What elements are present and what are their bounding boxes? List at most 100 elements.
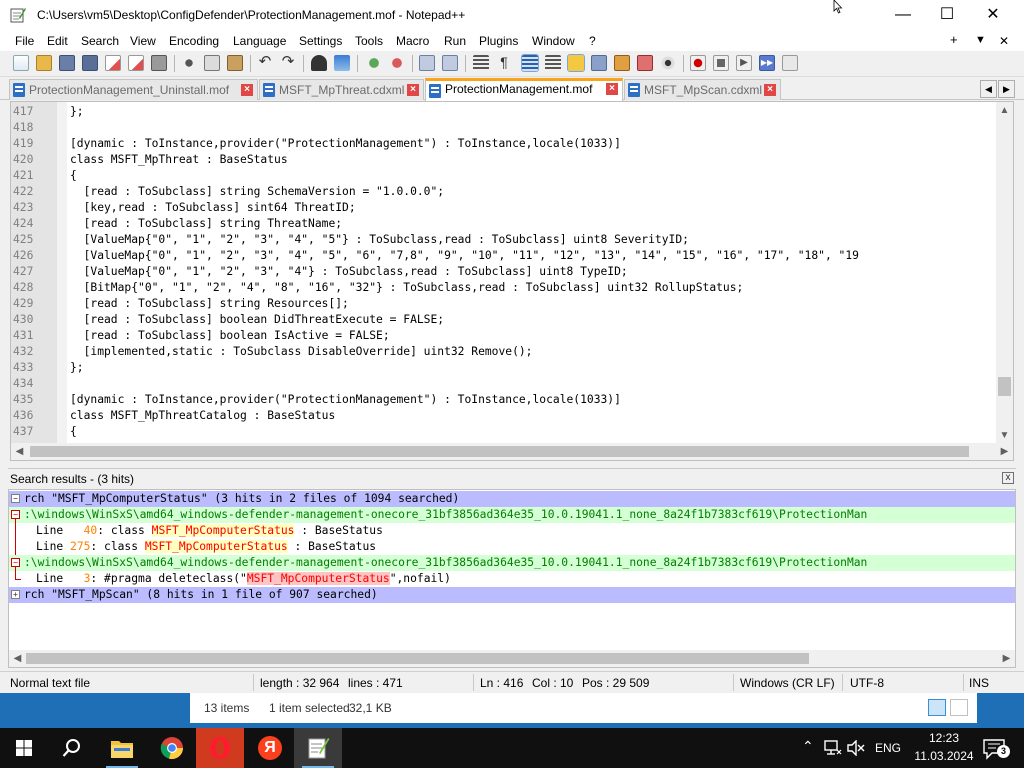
- scroll-up-icon[interactable]: ▲: [996, 102, 1013, 119]
- code-line[interactable]: 425 [ValueMap{"0", "1", "2", "3", "4", "…: [11, 232, 996, 248]
- start-button[interactable]: [0, 728, 48, 768]
- code-line[interactable]: 433};: [11, 360, 996, 376]
- scroll-thumb[interactable]: [26, 653, 809, 664]
- code-line[interactable]: 423 [key,read : ToSubclass] sint64 Threa…: [11, 200, 996, 216]
- indent-guide-icon[interactable]: [521, 54, 539, 72]
- stop-macro-icon[interactable]: [713, 55, 729, 71]
- copy-icon[interactable]: [204, 55, 220, 71]
- tab-protectionmanagement-uninstall[interactable]: ProtectionManagement_Uninstall.mof ×: [9, 79, 258, 100]
- menu-macro[interactable]: Macro: [396, 34, 429, 48]
- collapse-icon[interactable]: −: [11, 494, 20, 503]
- search-hit-row[interactable]: Line 275: class MSFT_MpComputerStatus : …: [9, 539, 1015, 555]
- paste-icon[interactable]: [227, 55, 243, 71]
- taskbar-notepad-plus-plus[interactable]: [294, 728, 342, 768]
- search-hit-row[interactable]: Line 3: #pragma deleteclass("MSFT_MpComp…: [9, 571, 1015, 587]
- horizontal-scrollbar[interactable]: ◀ ▶: [11, 443, 1013, 460]
- taskbar-opera[interactable]: [196, 728, 244, 768]
- tab-protectionmanagement[interactable]: ProtectionManagement.mof ×: [425, 78, 623, 101]
- line-code[interactable]: [implemented,static : ToSubclass Disable…: [70, 344, 533, 360]
- close-search-results-icon[interactable]: x: [1002, 472, 1014, 484]
- close-document-icon[interactable]: ✕: [999, 34, 1009, 48]
- line-code[interactable]: [read : ToSubclass] string ThreatName;: [70, 216, 342, 232]
- line-code[interactable]: {: [70, 424, 77, 440]
- scroll-left-icon[interactable]: ◀: [9, 650, 26, 667]
- line-code[interactable]: [dynamic : ToInstance,provider("Protecti…: [70, 392, 621, 408]
- tab-close-icon[interactable]: ×: [407, 84, 419, 96]
- line-code[interactable]: [read : ToSubclass] boolean IsActive = F…: [70, 328, 390, 344]
- line-code[interactable]: [read : ToSubclass] string Resources[];: [70, 296, 349, 312]
- new-tab-plus-icon[interactable]: +: [950, 32, 958, 47]
- line-code[interactable]: [dynamic : ToInstance,provider("Protecti…: [70, 136, 621, 152]
- code-line[interactable]: 420 class MSFT_MpThreat : BaseStatus: [11, 152, 996, 168]
- line-code[interactable]: };: [70, 360, 84, 376]
- code-line[interactable]: 435 [dynamic : ToInstance,provider("Prote…: [11, 392, 996, 408]
- save-all-icon[interactable]: [82, 55, 98, 71]
- save-icon[interactable]: [59, 55, 75, 71]
- tab-msft-mpthreat[interactable]: MSFT_MpThreat.cdxml ×: [259, 79, 424, 100]
- close-button[interactable]: ✕: [970, 0, 1016, 32]
- clock-date[interactable]: 11.03.2024: [908, 749, 980, 763]
- status-insert-mode[interactable]: INS: [969, 676, 989, 690]
- menu-tools[interactable]: Tools: [355, 34, 383, 48]
- line-code[interactable]: [BitMap{"0", "1", "2", "4", "8", "16", "…: [70, 280, 744, 296]
- code-line[interactable]: 417};: [11, 104, 996, 120]
- run-macro-multiple-icon[interactable]: ▶▶: [759, 55, 775, 71]
- large-icons-view-icon[interactable]: [950, 699, 968, 716]
- undo-icon[interactable]: ↶: [257, 54, 273, 71]
- tab-msft-mpscan[interactable]: MSFT_MpScan.cdxml ×: [624, 79, 781, 100]
- menu-search[interactable]: Search: [81, 34, 119, 48]
- menu-settings[interactable]: Settings: [299, 34, 342, 48]
- search-query-row[interactable]: + rch "MSFT_MpScan" (8 hits in 1 file of …: [9, 587, 1015, 603]
- code-line[interactable]: 421 {: [11, 168, 996, 184]
- line-code[interactable]: [ValueMap{"0", "1", "2", "3", "4", "5", …: [70, 248, 859, 264]
- line-code[interactable]: [ValueMap{"0", "1", "2", "3", "4"} : ToS…: [70, 264, 628, 280]
- menu-edit[interactable]: Edit: [47, 34, 68, 48]
- menu-run[interactable]: Run: [444, 34, 466, 48]
- redo-icon[interactable]: ↷: [280, 54, 296, 71]
- sync-horizontal-scroll-icon[interactable]: [442, 55, 458, 71]
- search-button[interactable]: [48, 728, 96, 768]
- code-line[interactable]: 419 [dynamic : ToInstance,provider("Prote…: [11, 136, 996, 152]
- line-code[interactable]: class MSFT_MpThreat : BaseStatus: [70, 152, 288, 168]
- monitoring-icon[interactable]: [637, 55, 653, 71]
- scroll-left-icon[interactable]: ◀: [11, 443, 28, 460]
- close-file-icon[interactable]: [105, 55, 121, 71]
- line-code[interactable]: [read : ToSubclass] boolean DidThreatExe…: [70, 312, 444, 328]
- code-line[interactable]: 434: [11, 376, 996, 392]
- play-macro-icon[interactable]: ▶: [736, 55, 752, 71]
- line-code[interactable]: [ValueMap{"0", "1", "2", "3", "4", "5"} …: [70, 232, 689, 248]
- zoom-in-icon[interactable]: [366, 55, 382, 71]
- scroll-right-icon[interactable]: ▶: [996, 443, 1013, 460]
- minimize-button[interactable]: —: [880, 0, 926, 32]
- line-code[interactable]: [read : ToSubclass] string SchemaVersion…: [70, 184, 444, 200]
- tab-close-icon[interactable]: ×: [764, 84, 776, 96]
- tab-close-icon[interactable]: ×: [606, 83, 618, 95]
- tab-list-dropdown-icon[interactable]: ▼: [975, 34, 986, 46]
- input-language[interactable]: ENG: [875, 741, 901, 755]
- scroll-down-icon[interactable]: ▼: [996, 427, 1013, 444]
- function-list-icon[interactable]: [591, 55, 607, 71]
- line-code[interactable]: };: [70, 104, 84, 120]
- show-hidden-icons-icon[interactable]: ⌃: [802, 738, 814, 755]
- save-macro-icon[interactable]: [782, 55, 798, 71]
- replace-icon[interactable]: [334, 55, 350, 71]
- code-line[interactable]: 430 [read : ToSubclass] boolean DidThrea…: [11, 312, 996, 328]
- line-code[interactable]: [key,read : ToSubclass] sint64 ThreatID;: [70, 200, 356, 216]
- horizontal-scrollbar[interactable]: ◀ ▶: [9, 650, 1015, 667]
- code-line[interactable]: 427 [ValueMap{"0", "1", "2", "3", "4"} :…: [11, 264, 996, 280]
- user-defined-language-icon[interactable]: [545, 55, 561, 71]
- close-all-icon[interactable]: [128, 55, 144, 71]
- code-line[interactable]: 429 [read : ToSubclass] string Resources…: [11, 296, 996, 312]
- folder-as-workspace-icon[interactable]: [614, 55, 630, 71]
- menu-view[interactable]: View: [130, 34, 156, 48]
- clock-time[interactable]: 12:23: [914, 731, 974, 745]
- new-file-icon[interactable]: [13, 55, 29, 71]
- cut-icon[interactable]: [181, 55, 197, 71]
- code-line[interactable]: 436 class MSFT_MpThreatCatalog : BaseStat…: [11, 408, 996, 424]
- menu-window[interactable]: Window: [532, 34, 575, 48]
- status-eol[interactable]: Windows (CR LF): [740, 676, 835, 690]
- volume-muted-icon[interactable]: [847, 740, 865, 756]
- code-line[interactable]: 426 [ValueMap{"0", "1", "2", "3", "4", "…: [11, 248, 996, 264]
- tab-scroll-right-icon[interactable]: ▶: [998, 80, 1015, 98]
- collapse-icon[interactable]: −: [11, 558, 20, 567]
